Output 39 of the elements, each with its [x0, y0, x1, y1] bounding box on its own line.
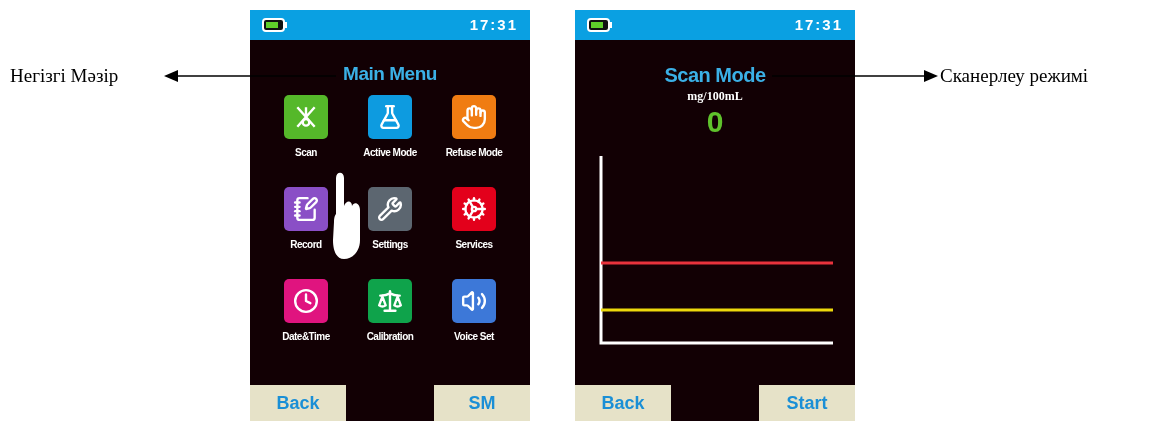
clock-time: 17:31	[469, 14, 518, 35]
menu-tile[interactable]	[368, 278, 412, 323]
scale-icon	[377, 287, 403, 314]
menu-label: Calibration	[366, 329, 414, 344]
menu-label: Voice Set	[454, 329, 494, 344]
screen-title: Scan Mode	[663, 63, 767, 88]
clock-icon	[293, 287, 319, 314]
menu-label: Scan	[295, 145, 317, 160]
menu-tile[interactable]	[284, 278, 328, 323]
menu-tile[interactable]	[452, 278, 496, 323]
menu-label: Services	[455, 237, 493, 252]
menu-tile[interactable]	[284, 94, 328, 139]
battery-icon	[262, 18, 288, 32]
menu-label: Record	[290, 237, 322, 252]
wrench-icon	[377, 195, 403, 222]
soft-key-button[interactable]: SM	[434, 385, 530, 421]
soft-key-button[interactable]: Back	[250, 385, 346, 421]
menu-label: Date&Time	[282, 329, 330, 344]
menu-tile[interactable]	[368, 186, 412, 231]
notebook-icon	[293, 195, 319, 222]
battery-icon	[587, 18, 613, 32]
hand-icon	[461, 103, 487, 130]
menu-tile[interactable]	[452, 186, 496, 231]
menu-tile[interactable]	[368, 94, 412, 139]
screen-title: Main Menu	[342, 62, 438, 86]
annotation-label: Сканерлеу режимі	[940, 64, 1089, 88]
menu-label: Refuse Mode	[445, 145, 503, 160]
menu-label: Settings	[372, 237, 408, 252]
menu-label: Active Mode	[363, 145, 417, 160]
clock-time: 17:31	[794, 14, 843, 35]
unit-label: mg/100mL	[686, 88, 744, 104]
reading-value: 0	[705, 104, 725, 140]
soft-key-button[interactable]: Back	[575, 385, 671, 421]
gears-icon	[461, 195, 487, 222]
annotation-label: Негізгі Мәзір	[10, 64, 119, 88]
soft-key-button[interactable]: Start	[759, 385, 855, 421]
menu-tile[interactable]	[284, 186, 328, 231]
menu-tile[interactable]	[452, 94, 496, 139]
vial-icon	[377, 103, 403, 130]
